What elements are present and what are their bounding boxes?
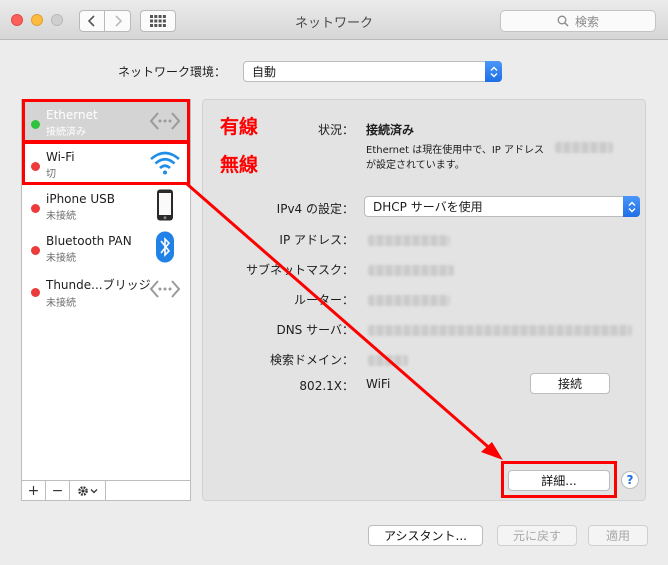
- service-item-ethernet[interactable]: Ethernet 接続済み: [22, 100, 190, 142]
- ip-address-label: IP アドレス：: [279, 233, 354, 247]
- service-item-iphone-usb[interactable]: iPhone USB 未接続: [22, 184, 190, 226]
- redacted-ip-address: [368, 235, 450, 246]
- redacted-router: [368, 295, 450, 306]
- updown-chevron-icon: [623, 196, 640, 217]
- revert-button[interactable]: 元に戻す: [497, 525, 577, 546]
- service-list: Ethernet 接続済み Wi-Fi 切 iPhone USB 未接続 Blu…: [21, 99, 191, 501]
- thunderbolt-bridge-icon: [149, 280, 181, 298]
- ethernet-icon: [149, 112, 181, 130]
- redacted-dns-servers: [368, 325, 632, 336]
- service-item-bluetooth-pan[interactable]: Bluetooth PAN 未接続: [22, 226, 190, 268]
- service-list-toolbar: + −: [22, 480, 190, 500]
- search-domain-label: 検索ドメイン：: [269, 353, 354, 367]
- subnet-mask-label: サブネットマスク：: [245, 263, 354, 277]
- redacted-subnet-mask: [368, 265, 454, 276]
- status-dot: [31, 246, 40, 255]
- status-dot: [31, 162, 40, 171]
- advanced-button[interactable]: 詳細...: [508, 470, 610, 491]
- ipv4-value: DHCP サーバを使用: [373, 200, 483, 214]
- annotation-wireless: 無線: [220, 154, 259, 176]
- location-select[interactable]: 自動: [243, 61, 502, 82]
- router-label: ルーター：: [293, 293, 354, 307]
- search-field[interactable]: 検索: [500, 10, 656, 32]
- wifi-icon: [150, 151, 180, 175]
- assistant-button[interactable]: アシスタント...: [368, 525, 483, 546]
- updown-chevron-icon: [485, 61, 502, 82]
- remove-service-button[interactable]: −: [46, 481, 70, 500]
- gear-icon: [77, 485, 97, 496]
- iphone-icon: [157, 189, 173, 221]
- ipv4-label: IPv4 の設定：: [276, 202, 354, 216]
- status-dot: [31, 204, 40, 213]
- help-button[interactable]: ?: [621, 471, 639, 489]
- search-placeholder: 検索: [574, 14, 599, 29]
- location-label: ネットワーク環境：: [118, 65, 227, 79]
- add-service-button[interactable]: +: [22, 481, 46, 500]
- search-icon: [557, 15, 569, 27]
- service-item-wifi[interactable]: Wi-Fi 切: [22, 142, 190, 184]
- status-description-line1: Ethernet は現在使用中で、IP アドレス: [366, 145, 545, 156]
- status-dot: [31, 288, 40, 297]
- status-value: 接続済み: [366, 123, 415, 137]
- ipv4-select[interactable]: DHCP サーバを使用: [364, 196, 640, 217]
- redacted-search-domain: [368, 355, 408, 366]
- apply-button[interactable]: 適用: [588, 525, 648, 546]
- redacted-ip-inline: [555, 142, 613, 153]
- status-dot: [31, 120, 40, 129]
- dot1x-value: WiFi: [366, 377, 391, 391]
- bluetooth-icon: [156, 231, 174, 263]
- dns-server-label: DNS サーバ：: [276, 323, 354, 337]
- connect-button[interactable]: 接続: [530, 373, 610, 394]
- service-item-thunderbolt-bridge[interactable]: Thunde...ブリッジ 未接続: [22, 268, 190, 310]
- title-bar: ネットワーク 検索: [0, 0, 668, 40]
- action-menu-button[interactable]: [70, 481, 106, 500]
- status-description-line2: が設定されています。: [366, 160, 465, 171]
- dot1x-label: 802.1X：: [299, 379, 354, 393]
- location-value: 自動: [252, 65, 277, 79]
- status-label: 状況：: [317, 123, 354, 137]
